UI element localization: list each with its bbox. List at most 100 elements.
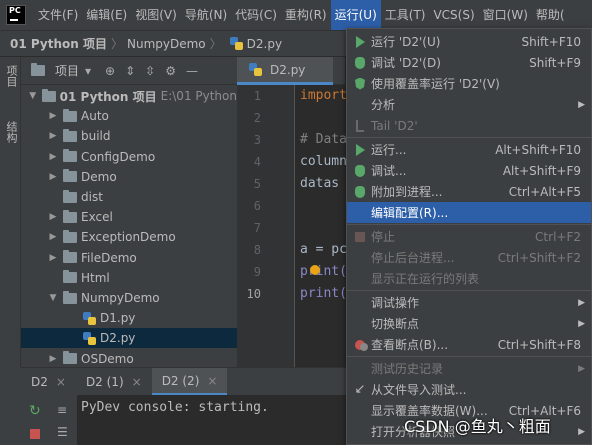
play-icon: [351, 142, 369, 158]
tree-item[interactable]: ▶ ExceptionDemo: [21, 227, 237, 247]
run-menu-item[interactable]: 运行... Alt+Shift+F10: [347, 139, 591, 160]
tab-d2-py[interactable]: D2.py: [237, 57, 333, 85]
run-menu-item-label: 运行 'D2'(U): [371, 35, 441, 49]
chevron-down-icon[interactable]: ▼: [47, 293, 59, 303]
menu-item-2[interactable]: 视图(V): [131, 0, 181, 30]
settings-icon[interactable]: ≡: [57, 403, 67, 417]
tree-item-label: ConfigDemo: [81, 149, 156, 164]
chevron-right-icon[interactable]: ▶: [47, 111, 59, 121]
run-menu-item[interactable]: 使用覆盖率运行 'D2'(V): [347, 73, 591, 94]
chevron-right-icon[interactable]: ▶: [47, 354, 59, 364]
run-tab[interactable]: D2 (1) ×: [76, 368, 152, 396]
tree-item[interactable]: D1.py: [21, 308, 237, 328]
chevron-right-icon[interactable]: ▶: [47, 212, 59, 222]
chevron-right-icon[interactable]: ▶: [47, 172, 59, 182]
locate-icon[interactable]: ⊕: [105, 64, 115, 78]
menu-item-1[interactable]: 编辑(E): [82, 0, 131, 30]
tree-item-label: NumpyDemo: [81, 291, 160, 305]
chevron-right-icon[interactable]: ▶: [47, 131, 59, 141]
chevron-right-icon[interactable]: ▶: [47, 253, 59, 263]
code-line: import: [300, 88, 346, 103]
tree-item[interactable]: ▶ Auto: [21, 106, 237, 126]
shortcut-label: Ctrl+Shift+F8: [497, 337, 581, 352]
run-menu-item[interactable]: 调试 'D2'(D) Shift+F9: [347, 52, 591, 73]
run-menu-item: Tail 'D2': [347, 115, 591, 136]
chevron-down-icon[interactable]: ▼: [27, 91, 38, 101]
menu-item-4[interactable]: 代码(C): [231, 0, 281, 30]
rerun-icon[interactable]: ↻: [29, 403, 41, 419]
tree-item[interactable]: D2.py: [21, 328, 237, 349]
run-menu-item[interactable]: 附加到进程... Ctrl+Alt+F5: [347, 181, 591, 202]
tree-item[interactable]: dist: [21, 187, 237, 207]
tree-item[interactable]: ▶ ConfigDemo: [21, 147, 237, 167]
structure-tool-tab[interactable]: 结构: [2, 121, 19, 143]
minimize-icon[interactable]: —: [186, 64, 198, 78]
import-icon: ↙: [354, 382, 366, 397]
project-tool-tab[interactable]: 项目: [2, 65, 19, 87]
breadcrumb-project[interactable]: 01 Python 项目: [10, 35, 107, 52]
console-output[interactable]: PyDev console: starting.: [77, 395, 346, 445]
line-number: 4: [253, 155, 261, 169]
pycharm-logo-icon: PC: [6, 5, 26, 25]
folder-icon: [63, 169, 77, 183]
tail-icon: [351, 118, 369, 134]
tree-item[interactable]: ▼ NumpyDemo: [21, 288, 237, 308]
folder-icon: [63, 209, 77, 223]
line-number: 7: [253, 221, 261, 235]
lightbulb-icon[interactable]: [310, 265, 320, 275]
tree-item-label: dist: [81, 190, 103, 204]
stop-icon[interactable]: [30, 429, 40, 439]
close-icon[interactable]: ×: [56, 375, 66, 389]
run-tab[interactable]: D2 ×: [21, 368, 76, 396]
chevron-right-icon[interactable]: ▶: [47, 232, 59, 242]
run-menu-item[interactable]: 运行 'D2'(U) Shift+F10: [347, 31, 591, 52]
menu-item-9[interactable]: 窗口(W): [479, 0, 532, 30]
run-menu-item[interactable]: ↙ 从文件导入测试...: [347, 379, 591, 400]
list-icon[interactable]: ☰: [57, 425, 68, 439]
tree-item[interactable]: ▶ Demo: [21, 167, 237, 187]
breadcrumb-file[interactable]: D2.py: [247, 37, 282, 51]
run-menu-item-label: 查看断点(B)...: [371, 338, 449, 352]
run-menu-item: 测试历史记录 ▶: [347, 358, 591, 379]
tree-item[interactable]: ▶ build: [21, 126, 237, 146]
menu-item-6[interactable]: 运行(U): [330, 0, 381, 30]
tree-item[interactable]: ▼ 01 Python 项目 E:\01 Python: [21, 86, 237, 106]
run-menu-item[interactable]: 调试... Alt+Shift+F9: [347, 160, 591, 181]
python-file-icon: [249, 63, 262, 76]
menu-item-0[interactable]: 文件(F): [34, 0, 82, 30]
close-icon[interactable]: ×: [132, 375, 142, 389]
breadcrumb-folder[interactable]: NumpyDemo: [127, 37, 206, 51]
collapse-all-icon[interactable]: ⇳: [145, 64, 155, 78]
tree-item[interactable]: ▶ FileDemo: [21, 248, 237, 268]
project-folder-icon: [31, 63, 45, 76]
run-menu-item[interactable]: 编辑配置(R)...: [347, 202, 591, 223]
menu-item-3[interactable]: 导航(N): [181, 0, 231, 30]
code-line: # Data: [300, 132, 346, 147]
run-tab[interactable]: D2 (2) ×: [151, 367, 228, 396]
project-title[interactable]: 项目: [55, 62, 79, 79]
menu-item-8[interactable]: VCS(S): [429, 0, 478, 30]
chevron-right-icon[interactable]: ▶: [47, 152, 59, 162]
expand-all-icon[interactable]: ⇕: [125, 64, 135, 78]
menu-item-10[interactable]: 帮助(: [532, 0, 569, 30]
tree-item[interactable]: ▶ Excel: [21, 207, 237, 227]
close-icon[interactable]: ×: [207, 374, 217, 388]
gear-icon[interactable]: ⚙: [165, 64, 176, 78]
run-menu-item-label: 附加到进程...: [371, 185, 443, 199]
run-menu-item: 显示正在运行的列表: [347, 268, 591, 289]
coverage-icon: [351, 76, 369, 92]
tree-item[interactable]: ▶ OSDemo: [21, 349, 237, 369]
run-menu-item-label: 调试操作: [371, 296, 420, 310]
code-area[interactable]: import # Data column datas a = pc print(print…: [296, 85, 346, 367]
run-menu-item[interactable]: 分析 ▶: [347, 94, 591, 115]
chevron-down-icon[interactable]: ▾: [85, 64, 91, 78]
run-menu-item[interactable]: 调试操作 ▶: [347, 292, 591, 313]
menu-item-5[interactable]: 重构(R): [281, 0, 331, 30]
menu-icon-spacer: [351, 424, 369, 440]
menu-item-7[interactable]: 工具(T): [381, 0, 430, 30]
menu-icon-spacer: [351, 97, 369, 113]
tree-item[interactable]: Html: [21, 268, 237, 288]
chevron-right-icon: 〉: [110, 37, 123, 51]
run-menu-item[interactable]: 查看断点(B)... Ctrl+Shift+F8: [347, 334, 591, 355]
run-menu-item[interactable]: 切换断点 ▶: [347, 313, 591, 334]
